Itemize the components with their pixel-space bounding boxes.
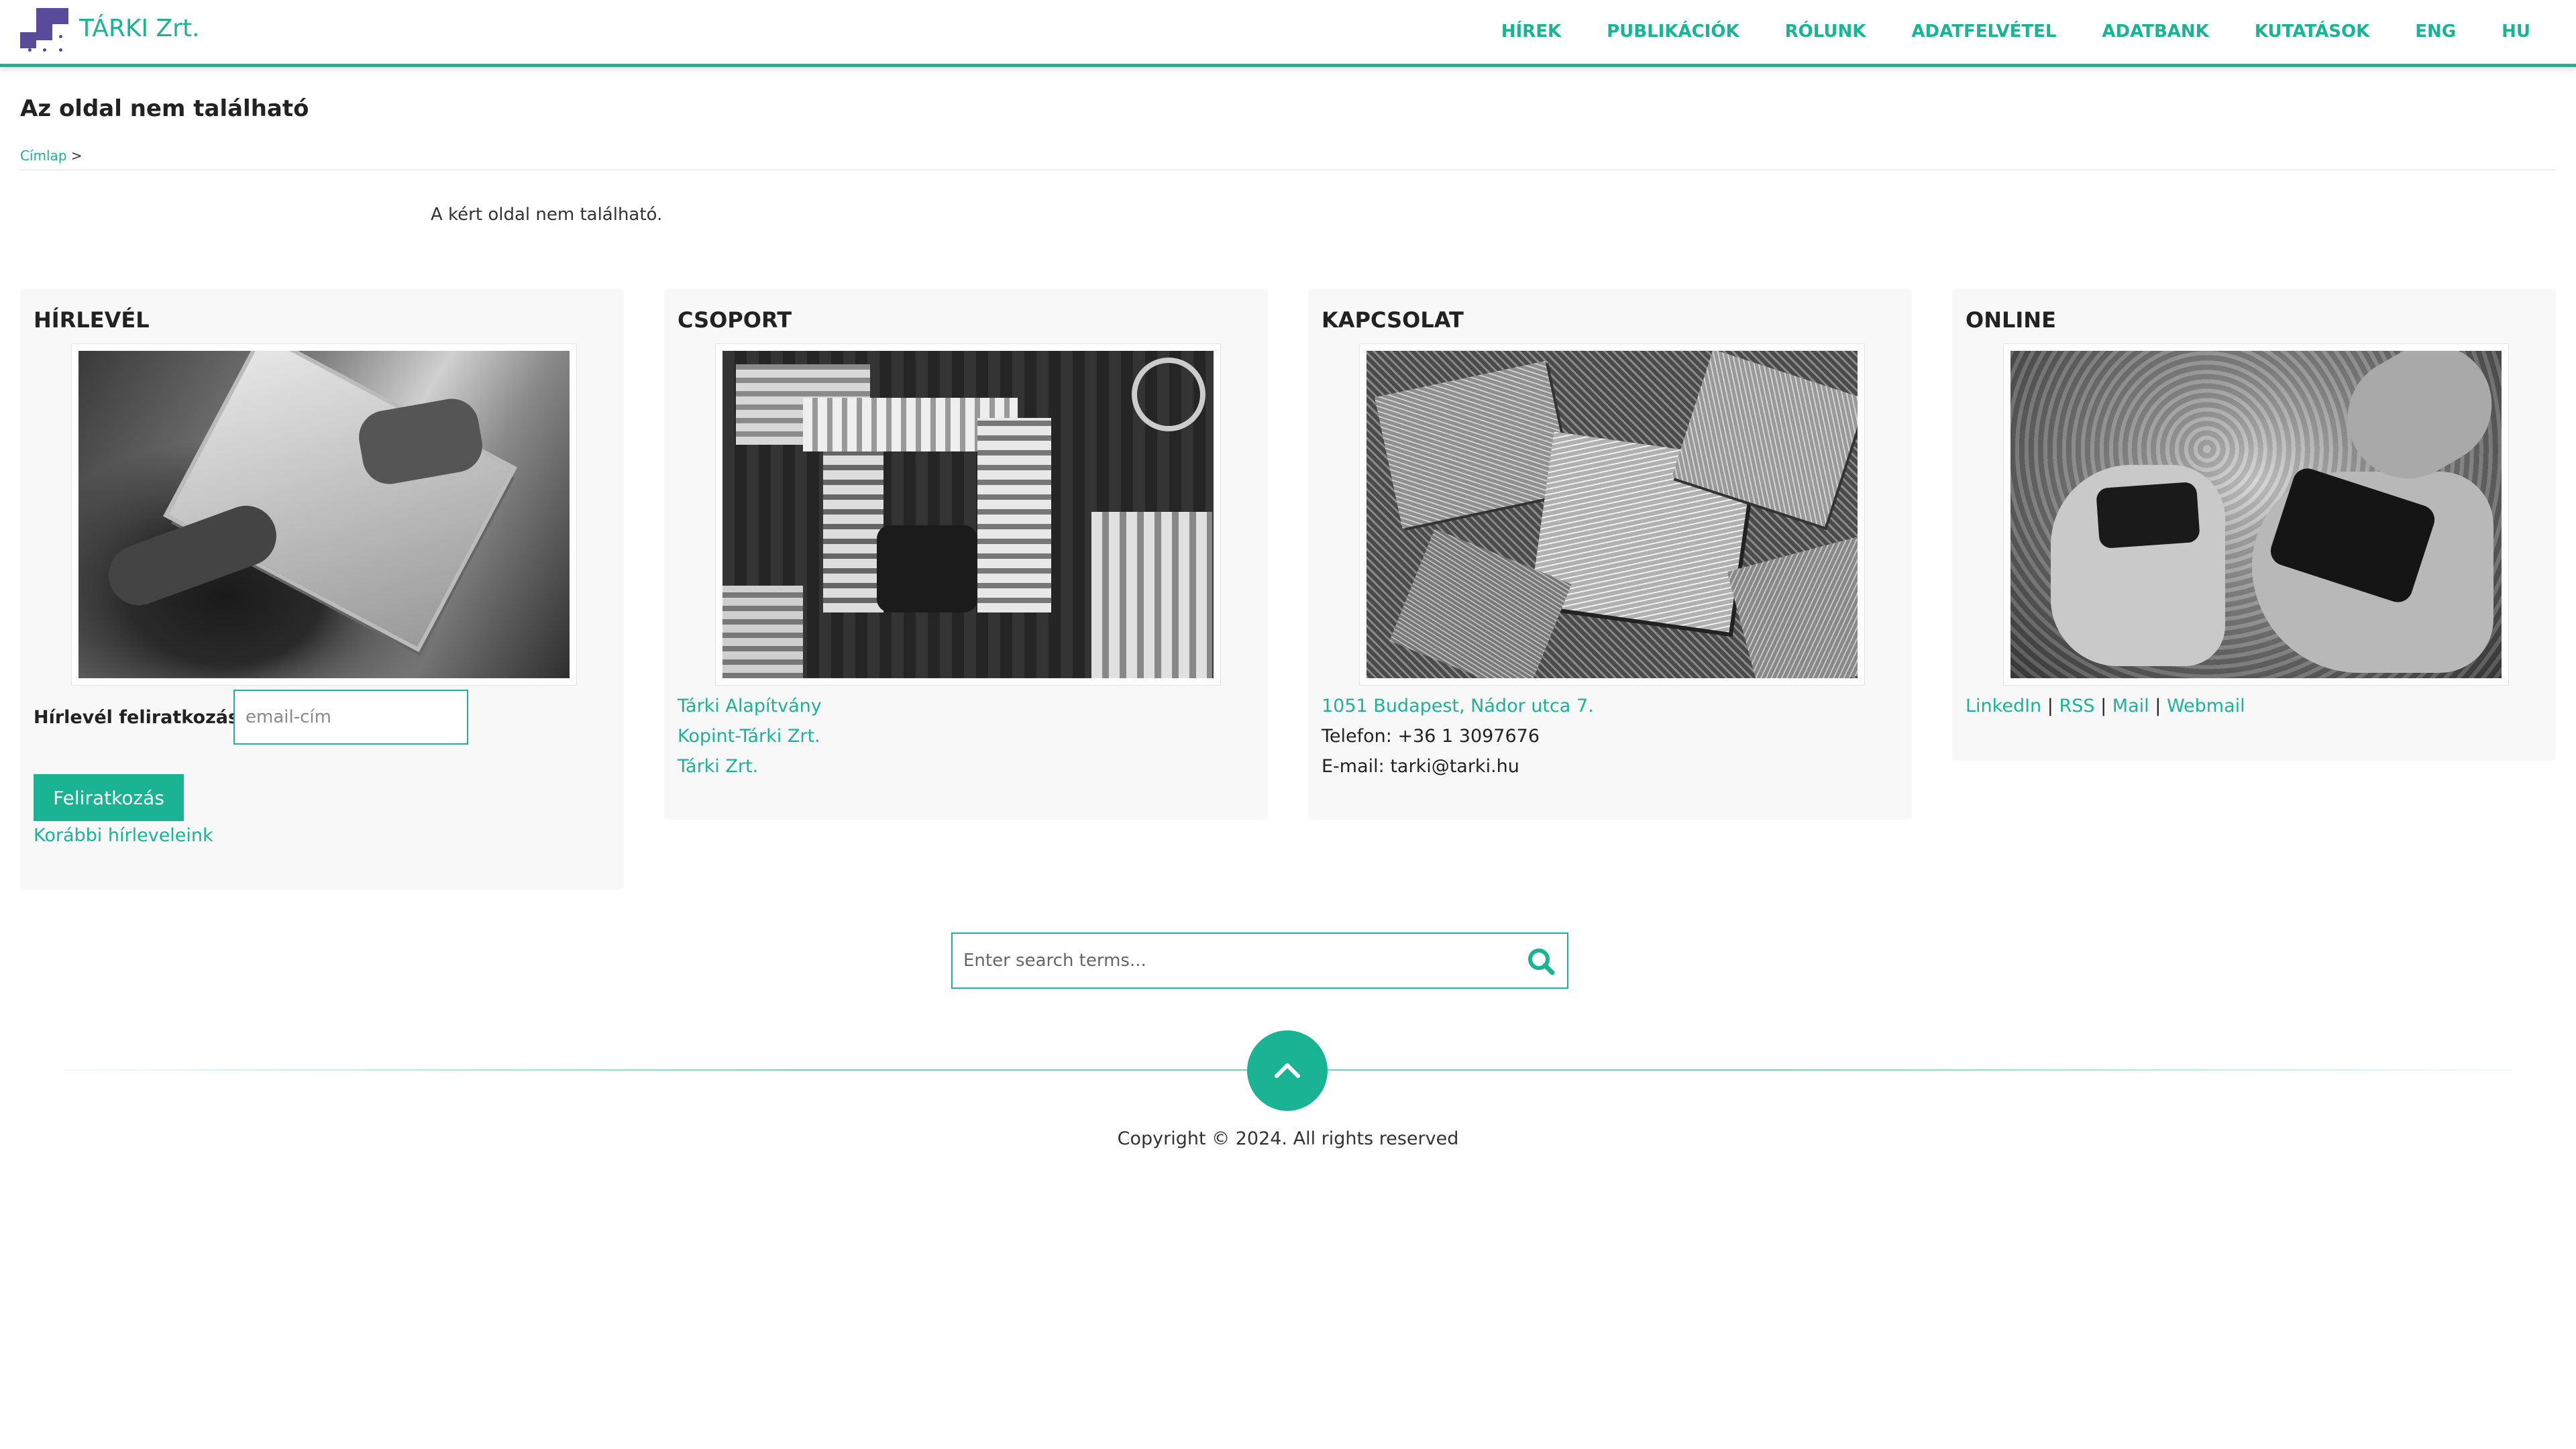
group-panel: CSOPORT Tárki Alapítvány Kopint-Tárki Zr…	[664, 288, 1268, 820]
mail-link[interactable]: Mail	[2112, 696, 2149, 716]
copyright-text: Copyright © 2024. All rights reserved	[1117, 1128, 1459, 1149]
contact-image	[1359, 343, 1865, 686]
search-input[interactable]	[953, 934, 1503, 987]
divider	[20, 169, 2556, 170]
link-separator: |	[2100, 696, 2107, 716]
nav-item-adatfelvetel[interactable]: ADATFELVÉTEL	[1911, 21, 2056, 42]
chevron-up-icon	[1275, 1063, 1300, 1078]
email-text: E-mail: tarki@tarki.hu	[1322, 756, 1519, 777]
newsletter-label: Hírlevél feliratkozás	[34, 707, 239, 728]
webmail-link[interactable]: Webmail	[2167, 696, 2245, 716]
phone-text: Telefon: +36 1 3097676	[1322, 726, 1540, 747]
breadcrumb: Címlap >	[20, 148, 83, 164]
panel-title-newsletter: HÍRLEVÉL	[34, 307, 150, 333]
online-panel: ONLINE LinkedIn | RSS | Mail | Webmail	[1952, 288, 2556, 761]
nav-item-rolunk[interactable]: RÓLUNK	[1785, 21, 1866, 42]
nav-item-hu[interactable]: HU	[2502, 21, 2530, 42]
tarki-zrt-link[interactable]: Tárki Zrt.	[678, 756, 758, 777]
breadcrumb-home-link[interactable]: Címlap	[20, 148, 67, 164]
tarki-alapitvany-link[interactable]: Tárki Alapítvány	[678, 696, 822, 716]
link-separator: |	[2155, 696, 2161, 716]
rss-link[interactable]: RSS	[2059, 696, 2094, 716]
address-link[interactable]: 1051 Budapest, Nádor utca 7.	[1322, 696, 1594, 716]
not-found-message: A kért oldal nem található.	[431, 205, 663, 225]
contact-panel: KAPCSOLAT 1051 Budapest, Nádor utca 7. T…	[1308, 288, 1912, 820]
panel-title-group: CSOPORT	[678, 307, 792, 333]
nav-item-kutatasok[interactable]: KUTATÁSOK	[2255, 21, 2369, 42]
group-image	[715, 343, 1221, 686]
nav-item-eng[interactable]: ENG	[2415, 21, 2456, 42]
contact-info: 1051 Budapest, Nádor utca 7. Telefon: +3…	[1322, 691, 1898, 782]
back-to-top-button[interactable]	[1247, 1030, 1328, 1111]
search-icon[interactable]	[1523, 943, 1560, 978]
group-links: Tárki Alapítvány Kopint-Tárki Zrt. Tárki…	[678, 691, 1254, 782]
panel-title-contact: KAPCSOLAT	[1322, 307, 1464, 333]
subscribe-button[interactable]: Feliratkozás	[34, 774, 184, 821]
newsletter-image	[71, 343, 577, 686]
kopint-tarki-link[interactable]: Kopint-Tárki Zrt.	[678, 726, 820, 747]
newsletter-panel: HÍRLEVÉL Hírlevél feliratkozás Feliratko…	[20, 288, 624, 890]
breadcrumb-separator: >	[70, 148, 83, 164]
brand-name[interactable]: TÁRKI Zrt.	[79, 15, 200, 42]
search-box	[951, 932, 1568, 989]
linkedin-link[interactable]: LinkedIn	[1966, 696, 2041, 716]
site-header: TÁRKI Zrt. HÍREK PUBLIKÁCIÓK RÓLUNK ADAT…	[0, 0, 2576, 67]
online-links: LinkedIn | RSS | Mail | Webmail	[1966, 691, 2542, 721]
nav-item-publikaciok[interactable]: PUBLIKÁCIÓK	[1607, 21, 1739, 42]
nav-item-adatbank[interactable]: ADATBANK	[2102, 21, 2208, 42]
link-separator: |	[2047, 696, 2053, 716]
panel-title-online: ONLINE	[1966, 307, 2056, 333]
tarki-logo-icon[interactable]	[20, 8, 68, 55]
nav-item-hirek[interactable]: HÍREK	[1501, 21, 1561, 42]
previous-newsletters-link[interactable]: Korábbi hírleveleink	[34, 825, 213, 846]
online-image	[2003, 343, 2509, 686]
newsletter-email-input[interactable]	[233, 690, 468, 745]
page-title: Az oldal nem található	[20, 95, 309, 122]
main-nav: HÍREK PUBLIKÁCIÓK RÓLUNK ADATFELVÉTEL AD…	[1501, 21, 2530, 42]
